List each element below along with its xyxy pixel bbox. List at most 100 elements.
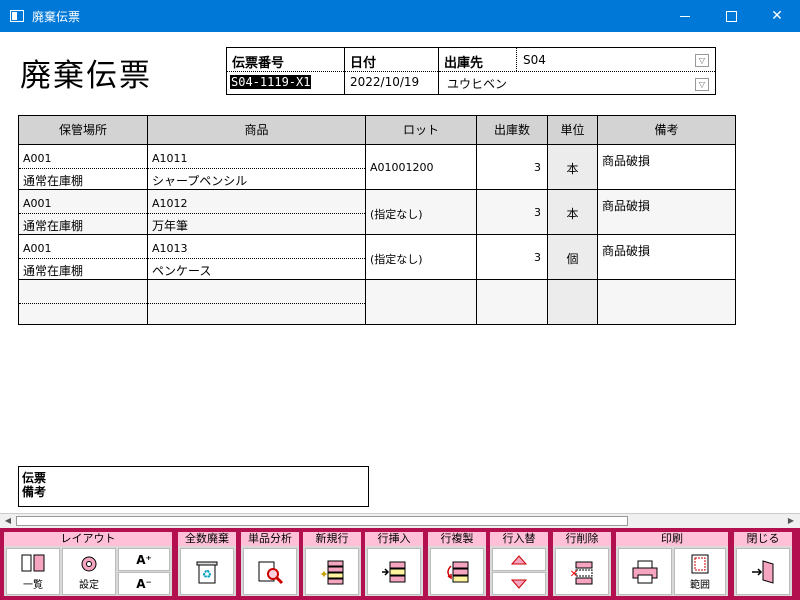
location-code: A001 bbox=[23, 152, 52, 165]
scroll-right-icon[interactable]: ▶ bbox=[784, 515, 798, 527]
scroll-left-icon[interactable]: ◀ bbox=[1, 515, 15, 527]
qty-cell[interactable] bbox=[477, 280, 548, 324]
new-row-icon: ✦ bbox=[319, 560, 344, 584]
settings-label: 設定 bbox=[79, 579, 99, 591]
copy-row-icon bbox=[447, 561, 469, 582]
close-window-button[interactable]: ✕ bbox=[754, 0, 800, 32]
destination-label: 出庫先 bbox=[444, 56, 484, 71]
note-cell[interactable] bbox=[598, 280, 735, 324]
note-value: 商品破損 bbox=[602, 154, 651, 168]
close-title: 閉じる bbox=[734, 532, 792, 546]
lot-cell[interactable]: A01001200 bbox=[366, 145, 477, 189]
print-button[interactable] bbox=[618, 548, 672, 595]
font-increase-icon: A⁺ bbox=[136, 552, 152, 567]
unit-cell[interactable] bbox=[548, 280, 598, 324]
location-cell[interactable]: A001 通常在庫棚 bbox=[19, 145, 148, 189]
layout-group-title: レイアウト bbox=[4, 532, 172, 546]
destination-code-field[interactable]: S04 bbox=[523, 53, 546, 67]
swap-row-group: 行入替 bbox=[490, 532, 548, 596]
unit-value: 個 bbox=[566, 252, 579, 266]
print-range-button[interactable]: 範囲 bbox=[674, 548, 726, 595]
print-group: 印刷 範囲 bbox=[616, 532, 728, 596]
location-cell[interactable]: A001 通常在庫棚 bbox=[19, 190, 148, 234]
move-row-down-button[interactable] bbox=[492, 572, 546, 595]
chevron-down-icon[interactable]: ▽ bbox=[695, 78, 709, 91]
layout-group: レイアウト 一覧 設定 A⁺ A⁻ bbox=[4, 532, 172, 596]
item-cell[interactable] bbox=[148, 280, 366, 324]
list-view-button[interactable]: 一覧 bbox=[6, 548, 60, 595]
qty-cell[interactable]: 3 bbox=[477, 145, 548, 189]
slip-no-field[interactable]: S04-1119-X1 bbox=[230, 75, 312, 89]
item-name: ペンケース bbox=[152, 264, 212, 278]
unit-value: 本 bbox=[566, 207, 579, 221]
note-cell[interactable]: 商品破損 bbox=[598, 145, 735, 189]
note-value: 商品破損 bbox=[602, 244, 651, 258]
minimize-button[interactable] bbox=[662, 0, 708, 32]
horizontal-scrollbar[interactable]: ◀ ▶ bbox=[0, 513, 800, 528]
slip-no-cell: 伝票番号 S04-1119-X1 bbox=[227, 48, 345, 94]
col-header-unit[interactable]: 単位 bbox=[548, 116, 598, 144]
font-increase-button[interactable]: A⁺ bbox=[118, 548, 170, 571]
new-row-title: 新規行 bbox=[303, 532, 361, 546]
unit-cell[interactable]: 本 bbox=[548, 145, 598, 189]
gear-icon bbox=[81, 556, 97, 571]
qty-cell[interactable]: 3 bbox=[477, 235, 548, 279]
dispose-all-button[interactable]: ♻ bbox=[180, 548, 234, 595]
font-decrease-button[interactable]: A⁻ bbox=[118, 572, 170, 595]
col-header-location[interactable]: 保管場所 bbox=[19, 116, 148, 144]
destination-name-field[interactable]: ユウヒベン bbox=[447, 75, 507, 92]
close-button[interactable] bbox=[736, 548, 790, 595]
recycle-bin-icon: ♻ bbox=[196, 561, 218, 583]
print-range-label: 範囲 bbox=[690, 579, 710, 591]
note-cell[interactable]: 商品破損 bbox=[598, 190, 735, 234]
unit-cell[interactable]: 本 bbox=[548, 190, 598, 234]
dispose-all-title: 全数廃棄 bbox=[178, 532, 236, 546]
app-icon bbox=[10, 10, 24, 22]
location-cell[interactable] bbox=[19, 280, 148, 324]
table-row[interactable]: A001 通常在庫棚 A1013 ペンケース (指定なし) 3 個 商品破損 bbox=[18, 235, 736, 280]
location-cell[interactable]: A001 通常在庫棚 bbox=[19, 235, 148, 279]
slip-remarks-field[interactable]: 伝票 備考 bbox=[18, 466, 369, 507]
chevron-down-icon[interactable]: ▽ bbox=[695, 54, 709, 67]
location-code: A001 bbox=[23, 242, 52, 255]
note-cell[interactable]: 商品破損 bbox=[598, 235, 735, 279]
date-field[interactable]: 2022/10/19 bbox=[350, 75, 419, 89]
lot-cell[interactable]: (指定なし) bbox=[366, 190, 477, 234]
print-range-icon bbox=[691, 554, 709, 573]
font-decrease-icon: A⁻ bbox=[136, 576, 152, 591]
close-group: 閉じる bbox=[734, 532, 792, 596]
copy-row-button[interactable] bbox=[430, 548, 484, 595]
qty-cell[interactable]: 3 bbox=[477, 190, 548, 234]
item-cell[interactable]: A1012 万年筆 bbox=[148, 190, 366, 234]
lot-cell[interactable] bbox=[366, 280, 477, 324]
delete-row-button[interactable]: ✕ bbox=[555, 548, 609, 595]
settings-button[interactable]: 設定 bbox=[62, 548, 116, 595]
insert-row-icon bbox=[382, 561, 406, 582]
new-row-group: 新規行 ✦ bbox=[303, 532, 361, 596]
lot-cell[interactable]: (指定なし) bbox=[366, 235, 477, 279]
grid-header: 保管場所 商品 ロット 出庫数 単位 備考 bbox=[18, 115, 736, 145]
col-header-lot[interactable]: ロット bbox=[366, 116, 477, 144]
table-row-empty[interactable] bbox=[18, 280, 736, 325]
move-row-up-button[interactable] bbox=[492, 548, 546, 571]
new-row-button[interactable]: ✦ bbox=[305, 548, 359, 595]
delete-row-group: 行削除 ✕ bbox=[553, 532, 611, 596]
delete-row-title: 行削除 bbox=[553, 532, 611, 546]
unit-cell[interactable]: 個 bbox=[548, 235, 598, 279]
item-cell[interactable]: A1013 ペンケース bbox=[148, 235, 366, 279]
scroll-thumb[interactable] bbox=[16, 516, 628, 526]
col-header-qty[interactable]: 出庫数 bbox=[477, 116, 548, 144]
item-cell[interactable]: A1011 シャープペンシル bbox=[148, 145, 366, 189]
table-row[interactable]: A001 通常在庫棚 A1012 万年筆 (指定なし) 3 本 商品破損 bbox=[18, 190, 736, 235]
lot-value: A01001200 bbox=[370, 161, 434, 174]
table-row[interactable]: A001 通常在庫棚 A1011 シャープペンシル A01001200 3 本 … bbox=[18, 145, 736, 190]
maximize-button[interactable] bbox=[708, 0, 754, 32]
location-name: 通常在庫棚 bbox=[23, 174, 84, 188]
swap-row-title: 行入替 bbox=[490, 532, 548, 546]
col-header-item[interactable]: 商品 bbox=[148, 116, 366, 144]
triangle-down-icon bbox=[510, 579, 528, 589]
item-analysis-button[interactable] bbox=[243, 548, 297, 595]
insert-row-button[interactable] bbox=[367, 548, 421, 595]
copy-row-title: 行複製 bbox=[428, 532, 486, 546]
col-header-note[interactable]: 備考 bbox=[598, 116, 735, 144]
